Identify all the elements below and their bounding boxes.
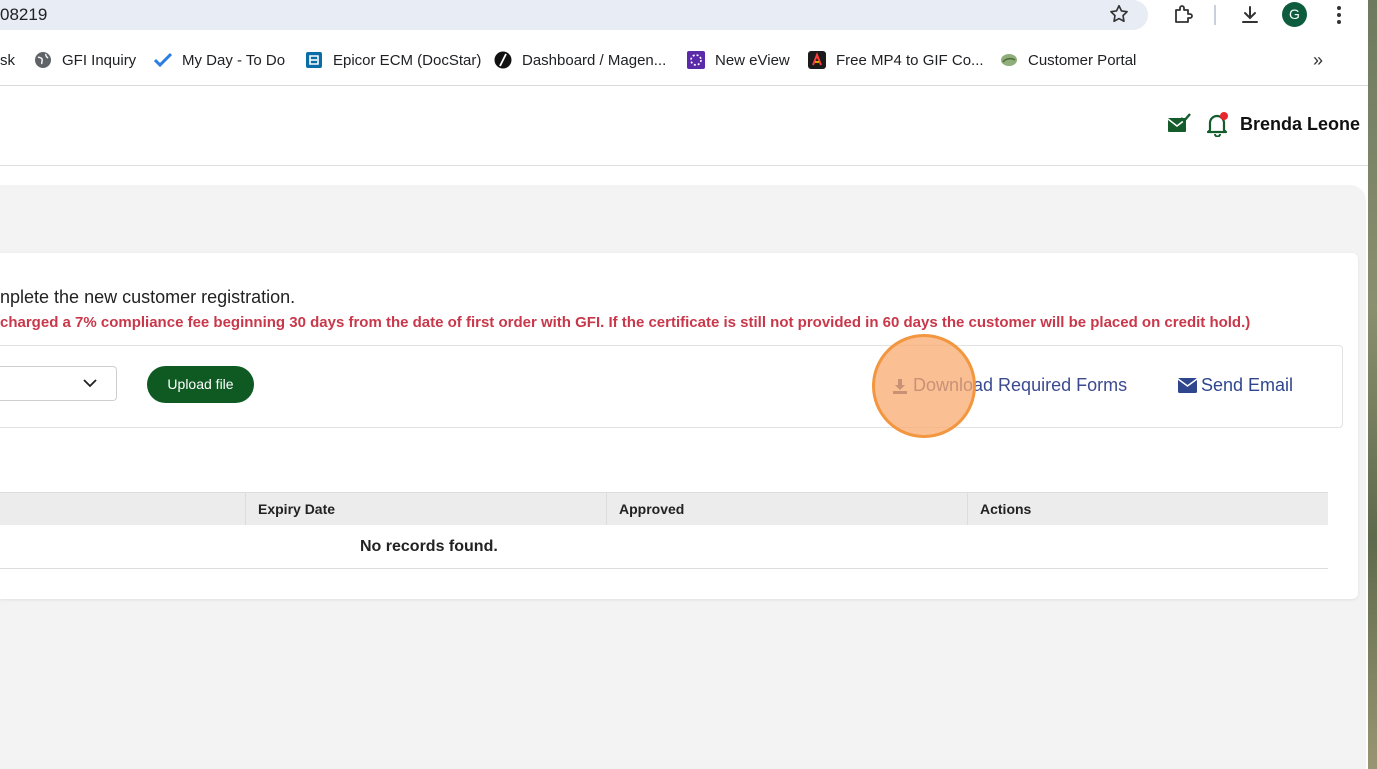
bell-notification-icon[interactable]: [1204, 111, 1230, 137]
bookmark-label: Free MP4 to GIF Co...: [836, 51, 984, 69]
download-required-forms-link[interactable]: Download Required Forms: [892, 375, 1127, 396]
browser-toolbar: 08219 G: [0, 0, 1368, 30]
globe-icon: [35, 52, 51, 68]
column-header-approved[interactable]: Approved: [606, 493, 967, 525]
bookmarks-overflow-button[interactable]: »: [1313, 50, 1323, 71]
eview-icon: [687, 51, 705, 69]
documents-table-body: [0, 525, 1328, 569]
app-header: [0, 86, 1368, 166]
bookmark-task[interactable]: sk: [0, 44, 15, 76]
documents-table-header: Expiry Date Approved Actions: [0, 492, 1328, 526]
epicor-icon: [306, 52, 322, 68]
document-type-select[interactable]: [0, 366, 117, 401]
bookmark-epicor-ecm[interactable]: Epicor ECM (DocStar): [305, 44, 481, 76]
download-required-forms-label: Download Required Forms: [913, 375, 1128, 395]
magento-icon: [494, 51, 512, 69]
mail-notification-icon[interactable]: [1167, 112, 1191, 134]
bookmark-label: Epicor ECM (DocStar): [333, 51, 482, 69]
checkmark-icon: [154, 52, 172, 68]
profile-avatar[interactable]: G: [1282, 2, 1307, 27]
downloads-icon[interactable]: [1238, 3, 1262, 27]
bookmark-my-day[interactable]: My Day - To Do: [154, 44, 285, 76]
bookmark-label: Customer Portal: [1028, 51, 1137, 69]
bookmark-label: Dashboard / Magen...: [522, 51, 667, 69]
address-bar[interactable]: 08219: [0, 0, 1148, 30]
bookmark-new-eview[interactable]: New eView: [687, 44, 790, 76]
bookmark-label: My Day - To Do: [182, 51, 286, 69]
compliance-fee-notice: charged a 7% compliance fee beginning 30…: [0, 314, 1251, 331]
extensions-icon[interactable]: [1171, 3, 1195, 27]
send-email-label: Send Email: [1201, 375, 1294, 395]
bookmark-mp4-to-gif[interactable]: Free MP4 to GIF Co...: [808, 44, 984, 76]
table-empty-message: No records found.: [360, 538, 498, 555]
bookmark-gfi-inquiry[interactable]: GFI Inquiry: [34, 44, 136, 76]
bookmark-label: New eView: [715, 51, 790, 69]
desktop-background-edge: [1368, 0, 1377, 769]
column-header-actions: Actions: [967, 493, 1328, 525]
registration-intro-text: nplete the new customer registration.: [0, 287, 296, 307]
portal-icon: [1001, 54, 1017, 66]
toolbar-separator: [1214, 5, 1216, 25]
chevron-down-icon: [83, 379, 97, 388]
bookmark-label: sk: [0, 51, 15, 69]
adobe-icon: [808, 51, 826, 69]
envelope-icon: [1178, 378, 1197, 393]
user-name[interactable]: Brenda Leone: [1240, 114, 1360, 135]
download-icon: [893, 378, 907, 394]
bookmarks-bar: sk GFI Inquiry My Day - To Do Epicor ECM…: [0, 44, 1368, 76]
bookmark-label: GFI Inquiry: [62, 51, 137, 69]
bookmark-customer-portal[interactable]: Customer Portal: [1000, 44, 1136, 76]
upload-file-button[interactable]: Upload file: [147, 366, 254, 403]
send-email-link[interactable]: Send Email: [1178, 375, 1293, 396]
address-url[interactable]: 08219: [0, 5, 47, 25]
browser-menu-icon[interactable]: [1330, 3, 1348, 27]
column-header-expiry-date[interactable]: Expiry Date: [245, 493, 606, 525]
bookmark-dashboard-magento[interactable]: Dashboard / Magen...: [494, 44, 666, 76]
bookmark-star-icon[interactable]: [1108, 3, 1130, 25]
